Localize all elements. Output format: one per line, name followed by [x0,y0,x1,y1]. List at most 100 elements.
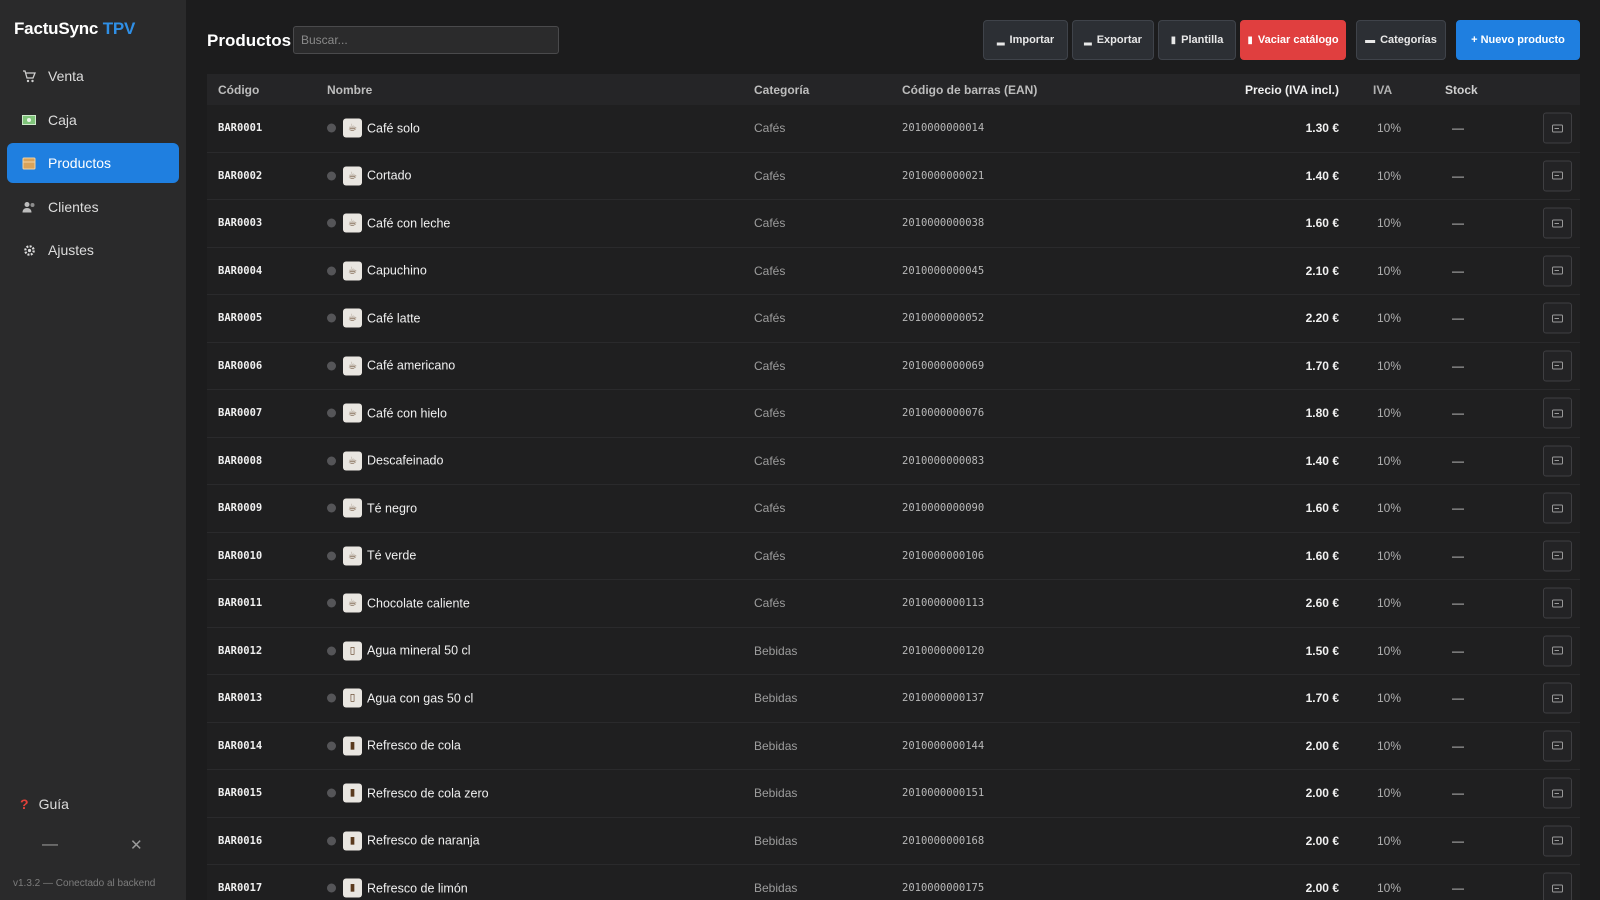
edit-icon[interactable] [1543,302,1572,334]
table-row[interactable]: BAR0017 ▮ Refresco de limón Bebidas 2010… [207,865,1580,900]
header-ean[interactable]: Código de barras (EAN) [902,83,1037,97]
product-price: 1.80 € [1305,406,1339,421]
sidebar-item-clientes[interactable]: Clientes [7,187,179,227]
product-category: Bebidas [754,881,798,896]
status-dot [327,646,336,656]
header-stock[interactable]: Stock [1445,83,1478,97]
edit-icon[interactable] [1543,730,1572,762]
product-image-icon: ☕ [343,451,362,471]
categories-button[interactable]: ▬ Categorías [1356,20,1446,60]
product-ean: 2010000000151 [902,787,985,800]
product-stock: — [1452,596,1464,611]
trash-icon: ▮ [1247,34,1253,46]
edit-icon[interactable] [1543,350,1572,382]
edit-icon[interactable] [1543,825,1572,857]
status-dot [327,551,336,561]
app-name-accent: TPV [102,19,136,38]
product-name-cell: ☕ Café americano [327,356,455,376]
edit-icon[interactable] [1543,445,1572,477]
status-dot [327,361,336,371]
clear-catalog-button[interactable]: ▮ Vaciar catálogo [1240,20,1346,60]
sidebar-item-ajustes[interactable]: Ajustes [7,230,179,270]
guide-link[interactable]: ? Guía [20,796,69,812]
box-icon [22,156,36,170]
product-code: BAR0002 [218,169,263,182]
edit-icon[interactable] [1543,160,1572,192]
product-name: Té negro [367,501,418,516]
product-iva: 10% [1377,691,1402,706]
product-name-cell: ☕ Café latte [327,308,421,328]
product-image-icon: ▮ [343,831,362,851]
edit-icon[interactable] [1543,112,1572,144]
page-title: Productos [207,31,292,50]
table-row[interactable]: BAR0016 ▮ Refresco de naranja Bebidas 20… [207,818,1580,865]
table-row[interactable]: BAR0003 ☕ Café con leche Cafés 201000000… [207,200,1580,248]
table-row[interactable]: BAR0002 ☕ Cortado Cafés 2010000000021 1.… [207,153,1580,200]
table-row[interactable]: BAR0004 ☕ Capuchino Cafés 2010000000045 … [207,248,1580,295]
sidebar-item-label: Venta [48,68,84,84]
import-button[interactable]: ▂ Importar [983,20,1068,60]
edit-icon[interactable] [1543,397,1572,429]
header-name[interactable]: Nombre [327,83,372,97]
header-iva[interactable]: IVA [1373,83,1392,97]
edit-icon[interactable] [1543,255,1572,287]
header-category[interactable]: Categoría [754,83,809,97]
product-stock: — [1452,833,1464,848]
search-input[interactable] [293,26,559,54]
table-row[interactable]: BAR0009 ☕ Té negro Cafés 2010000000090 1… [207,485,1580,533]
product-price: 1.30 € [1305,121,1339,136]
table-row[interactable]: BAR0008 ☕ Descafeinado Cafés 20100000000… [207,438,1580,485]
export-button[interactable]: ▂ Exportar [1072,20,1154,60]
status-dot [327,313,336,323]
sidebar-item-productos[interactable]: Productos [7,143,179,183]
users-icon [22,200,36,214]
product-name-cell: ☕ Café solo [327,118,420,138]
edit-icon[interactable] [1543,872,1572,900]
table-row[interactable]: BAR0012 ▯ Agua mineral 50 cl Bebidas 201… [207,628,1580,675]
product-stock: — [1452,168,1464,183]
edit-icon[interactable] [1543,492,1572,524]
edit-icon[interactable] [1543,635,1572,667]
cart-icon [22,69,36,83]
product-name-cell: ☕ Té negro [327,498,418,518]
edit-icon[interactable] [1543,587,1572,619]
table-row[interactable]: BAR0015 ▮ Refresco de cola zero Bebidas … [207,770,1580,818]
edit-icon[interactable] [1543,777,1572,809]
sidebar-item-venta[interactable]: Venta [7,56,179,96]
sidebar-item-label: Caja [48,111,77,128]
status-dot [327,598,336,608]
table-row[interactable]: BAR0014 ▮ Refresco de cola Bebidas 20100… [207,723,1580,770]
edit-icon[interactable] [1543,540,1572,572]
close-icon[interactable]: ✕ [130,836,143,854]
product-ean: 2010000000090 [902,502,985,515]
sidebar-item-caja[interactable]: Caja [7,100,179,140]
product-price: 2.00 € [1305,881,1339,896]
product-iva: 10% [1377,501,1402,516]
product-name: Refresco de naranja [367,833,480,848]
table-row[interactable]: BAR0005 ☕ Café latte Cafés 2010000000052… [207,295,1580,343]
product-code: BAR0007 [218,407,263,420]
template-button[interactable]: ▮ Plantilla [1158,20,1236,60]
edit-icon[interactable] [1543,682,1572,714]
product-name-cell: ▮ Refresco de cola [327,736,461,756]
header-price[interactable]: Precio (IVA incl.) [1245,83,1339,97]
product-ean: 2010000000083 [902,454,985,467]
product-price: 1.50 € [1305,643,1339,658]
product-iva: 10% [1377,453,1402,468]
table-row[interactable]: BAR0013 ▯ Agua con gas 50 cl Bebidas 201… [207,675,1580,723]
product-price: 1.70 € [1305,358,1339,373]
minimize-icon[interactable]: — [42,836,58,854]
product-name: Café con hielo [367,406,447,421]
table-row[interactable]: BAR0010 ☕ Té verde Cafés 2010000000106 1… [207,533,1580,580]
product-category: Cafés [754,406,786,421]
product-name: Café latte [367,311,421,326]
header-code[interactable]: Código [218,83,259,97]
table-row[interactable]: BAR0006 ☕ Café americano Cafés 201000000… [207,343,1580,390]
table-row[interactable]: BAR0001 ☕ Café solo Cafés 2010000000014 … [207,105,1580,153]
edit-icon[interactable] [1543,207,1572,239]
table-row[interactable]: BAR0011 ☕ Chocolate caliente Cafés 20100… [207,580,1580,628]
product-name: Té verde [367,548,417,563]
new-product-button[interactable]: + Nuevo producto [1456,20,1580,60]
table-row[interactable]: BAR0007 ☕ Café con hielo Cafés 201000000… [207,390,1580,438]
product-category: Cafés [754,168,786,183]
